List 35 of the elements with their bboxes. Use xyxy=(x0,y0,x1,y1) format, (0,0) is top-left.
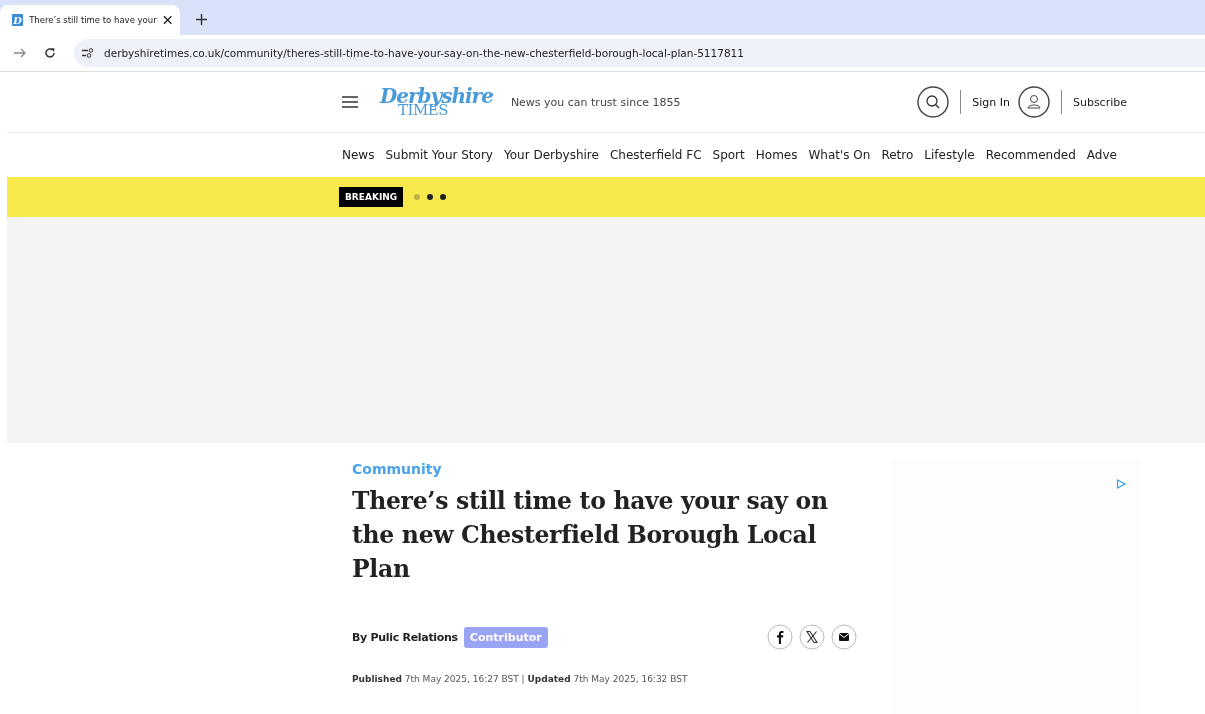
reload-icon[interactable] xyxy=(44,47,56,59)
tab-title: There’s still time to have your xyxy=(29,15,157,25)
facebook-icon[interactable] xyxy=(767,624,793,650)
contributor-badge: Contributor xyxy=(463,626,548,648)
menu-icon[interactable] xyxy=(342,96,358,108)
nav-link[interactable]: Retro xyxy=(881,148,914,162)
ad-choices-icon[interactable] xyxy=(1116,479,1126,489)
new-tab-icon[interactable] xyxy=(196,14,207,25)
nav-link[interactable]: News xyxy=(342,148,375,162)
nav-link[interactable]: Sport xyxy=(712,148,745,162)
nav-link[interactable]: Your Derbyshire xyxy=(503,148,599,162)
breaking-label: BREAKING xyxy=(339,187,404,207)
address-bar[interactable]: derbyshiretimes.co.uk/community/theres-still-time-to-have-your-say-on-the-new-chesterfield-borough-local-plan-5117811 xyxy=(74,39,1205,67)
browser-tab[interactable]: D There’s still time to have your xyxy=(0,5,180,35)
nav-link[interactable]: What's On xyxy=(808,148,871,162)
search-icon[interactable] xyxy=(917,86,950,118)
tagline: News you can trust since 1855 xyxy=(510,95,681,109)
nav-link[interactable]: Submit Your Story xyxy=(385,148,493,162)
site-settings-icon[interactable] xyxy=(82,48,94,58)
site-favicon: D xyxy=(12,14,24,26)
author-byline: By Pulic Relations xyxy=(352,630,458,644)
nav-link[interactable]: Adve xyxy=(1086,148,1117,162)
nav-link[interactable]: Chesterfield FC xyxy=(609,148,702,162)
nav-link[interactable]: Recommended xyxy=(985,148,1076,162)
user-icon[interactable] xyxy=(1017,86,1050,118)
close-icon[interactable] xyxy=(162,15,172,25)
email-icon[interactable] xyxy=(831,624,857,650)
x-icon[interactable] xyxy=(799,624,825,650)
article-title: There’s still time to have your say on the new Chesterfield Borough Local Plan xyxy=(352,486,829,585)
nav-link[interactable]: Lifestyle xyxy=(924,148,975,162)
subscribe-link[interactable]: Subscribe xyxy=(1072,95,1127,109)
sign-in-link[interactable]: Sign In xyxy=(972,95,1010,109)
publish-dates: Published 7th May 2025, 16:27 BST | Updated 7th May 2025, 16:32 BST xyxy=(352,674,689,684)
forward-arrow-icon[interactable] xyxy=(14,48,26,58)
nav-link[interactable]: Homes xyxy=(755,148,798,162)
